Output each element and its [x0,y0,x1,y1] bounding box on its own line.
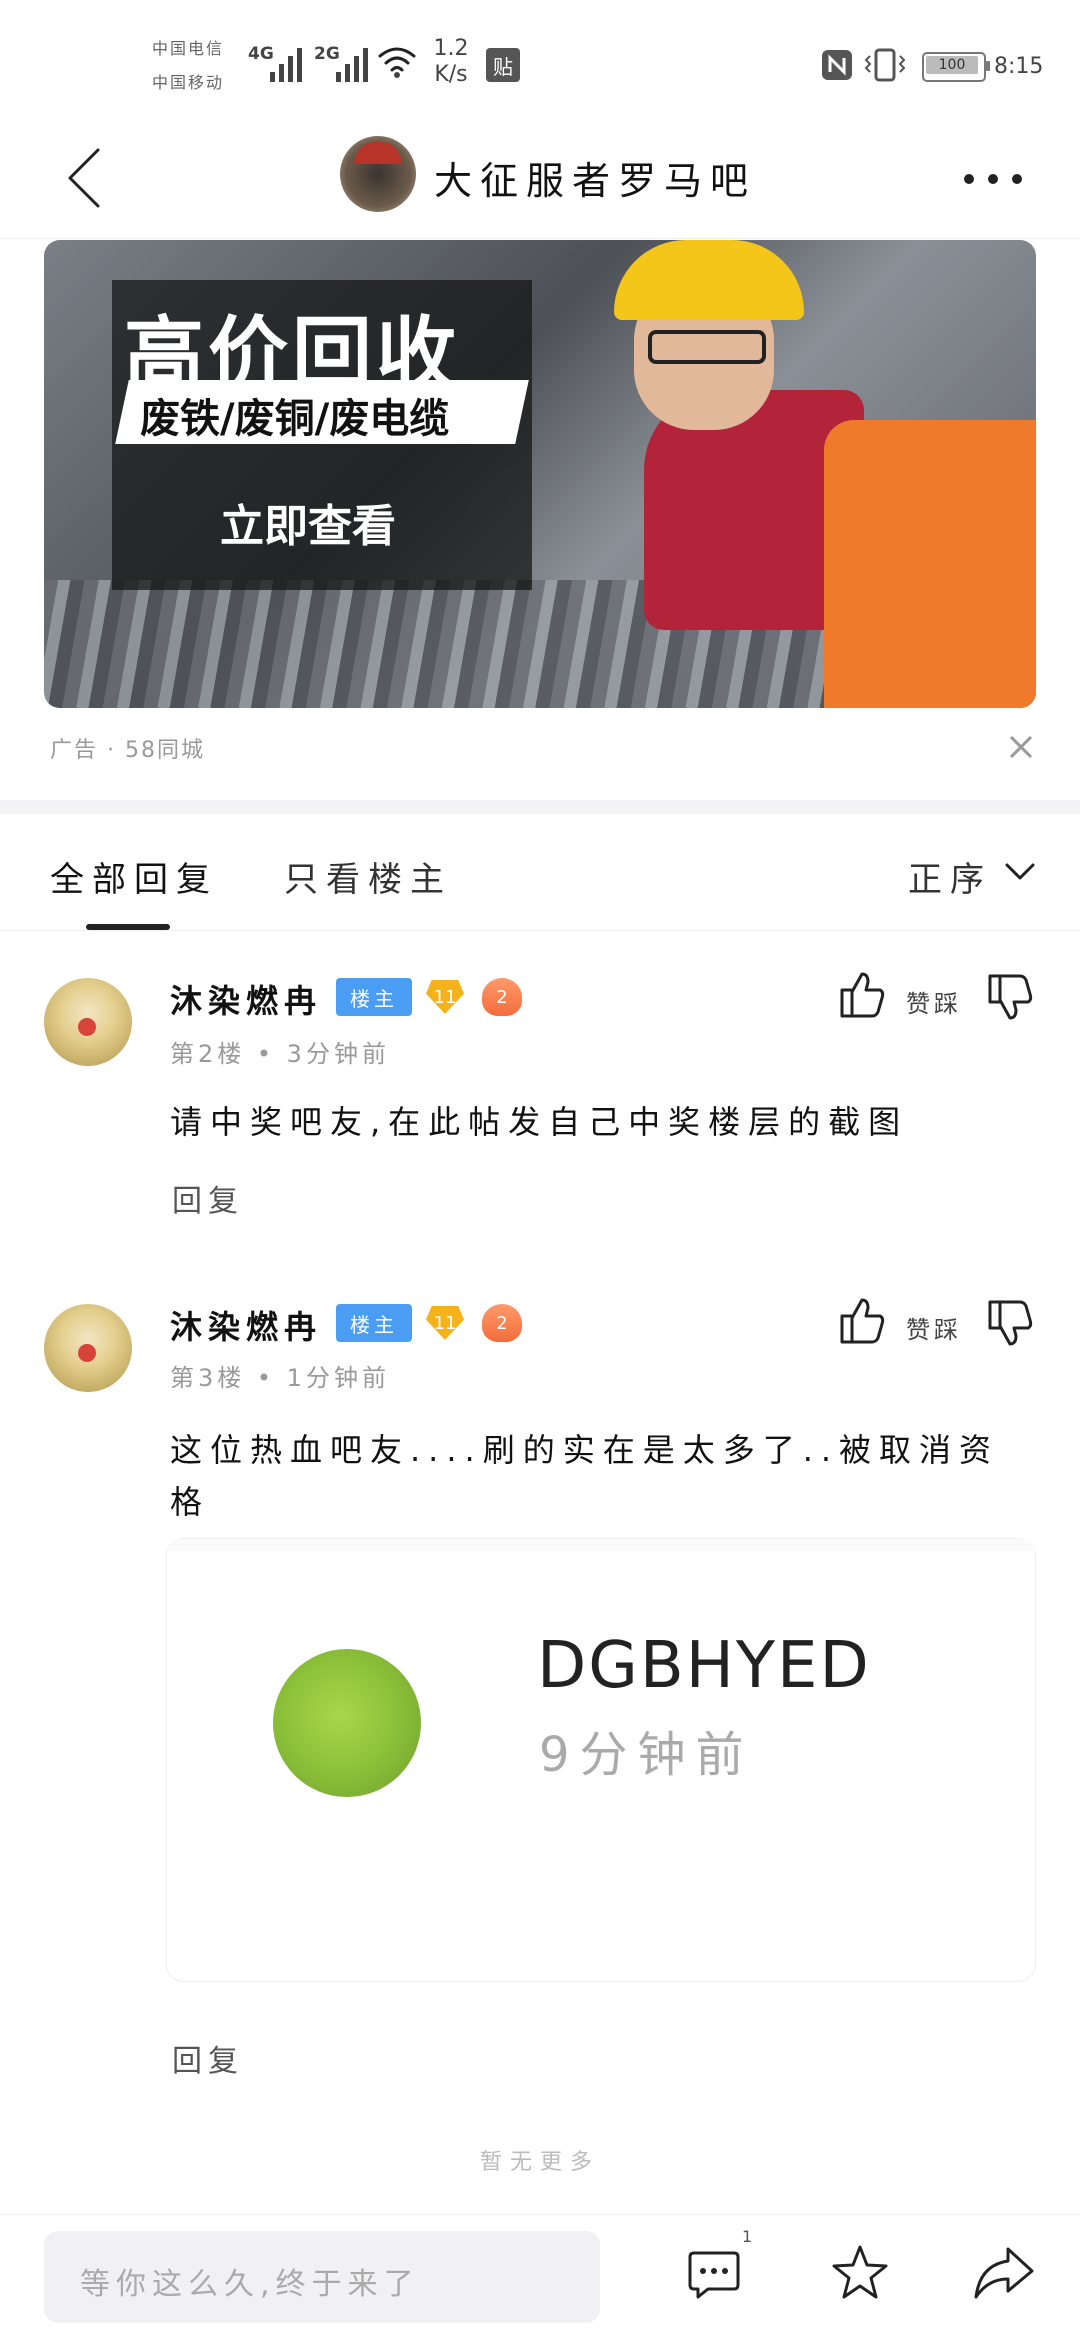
wifi-icon [378,47,416,78]
tabs-divider [0,930,1080,931]
ad-source-label: 广告 · 58同城 [50,738,205,763]
forum-avatar[interactable] [340,136,416,212]
level-badge-icon: 11 [426,1306,464,1340]
comment-count: 1 [742,2227,753,2246]
like-label[interactable]: 赞 [906,984,932,1019]
thumbs-down-icon[interactable] [986,972,1034,1022]
signal-icon [270,48,302,82]
worker-vest [824,420,1036,708]
quoted-avatar [273,1649,421,1797]
comment-input[interactable]: 等你这么久,终于来了 [44,2231,600,2323]
username[interactable]: 沐染燃冉 [170,976,322,1022]
floor-time: 第2楼 • 3分钟前 [170,1040,390,1068]
share-icon[interactable] [972,2243,1036,2303]
reply-link[interactable]: 回复 [172,1176,244,1220]
thumbs-up-icon[interactable] [838,970,886,1020]
ad-banner-image[interactable]: 高价回收 废铁/废铜/废电缆 立即查看 [44,240,1036,708]
tab-only-op[interactable]: 只看楼主 [284,852,452,901]
carrier-1: 中国电信 [152,39,225,58]
like-label[interactable]: 赞 [906,1310,932,1345]
floor-time: 第3楼 • 1分钟前 [170,1364,390,1392]
network-speed: 1.2 K/s [433,36,469,87]
dislike-label[interactable]: 踩 [934,1310,960,1345]
quoted-image[interactable]: DGBHYED 9分钟前 [166,1538,1036,1982]
worker-helmet [614,240,804,320]
nav-header: 大征服者罗马吧 [0,120,1080,238]
battery-icon: 100 [922,52,990,82]
close-ad-icon[interactable] [1006,732,1036,762]
back-arrow-icon[interactable] [60,142,106,214]
tab-all-replies[interactable]: 全部回复 [50,852,218,901]
forum-title[interactable]: 大征服者罗马吧 [434,150,756,205]
quoted-username: DGBHYED [537,1629,871,1703]
clock: 8:15 [994,54,1044,79]
ad-subline: 废铁/废铜/废电缆 [140,396,450,442]
chevron-down-icon[interactable] [1004,860,1036,884]
reply-link[interactable]: 回复 [172,2036,244,2080]
avatar[interactable] [44,1304,132,1392]
comment-icon[interactable] [686,2245,742,2301]
section-gap [0,800,1080,814]
op-badge: 楼主 [336,978,412,1016]
more-options-icon[interactable] [962,172,1026,186]
username[interactable]: 沐染燃冉 [170,1302,322,1348]
signal-icon-2 [336,48,368,82]
member-badge-icon: 2 [482,1304,522,1342]
status-bar: 中国电信 中国移动 4G 2G 1.2 K/s 贴 100 8:15 [0,0,1080,120]
dislike-label[interactable]: 踩 [934,984,960,1019]
thumbs-up-icon[interactable] [838,1296,886,1346]
carrier-2: 中国移动 [152,73,225,92]
star-icon[interactable] [830,2243,890,2303]
ad-cta[interactable]: 立即查看 [220,490,396,554]
post-content: 请中奖吧友,在此帖发自己中奖楼层的截图 [170,1103,909,1141]
post-content: 这位热血吧友....刷的实在是太多了..被取消资格 [170,1431,1000,1521]
header-divider [0,238,1080,239]
quote-top-strip [167,1539,1035,1551]
bottom-bar: 等你这么久,终于来了 1 [0,2214,1080,2341]
member-badge-icon: 2 [482,978,522,1016]
vibrate-icon [864,48,906,82]
op-badge: 楼主 [336,1304,412,1342]
quoted-time: 9分钟前 [539,1727,754,1783]
sort-order-label[interactable]: 正序 [908,852,992,901]
level-badge-icon: 11 [426,980,464,1014]
nfc-icon [822,50,852,80]
no-more-label: 暂无更多 [480,2150,601,2175]
helmet-plume [354,142,402,164]
battery-level: 100 [926,56,978,74]
avatar[interactable] [44,978,132,1066]
worker-glasses [648,330,766,364]
comment-input-placeholder: 等你这么久,终于来了 [80,2267,420,2302]
post-floor-2: 沐染燃冉 楼主 11 2 第2楼 • 3分钟前 赞 踩 请中奖吧友,在此帖发自己… [0,940,1080,1240]
thumbs-down-icon[interactable] [986,1298,1034,1348]
tieba-app-icon: 贴 [486,48,520,82]
